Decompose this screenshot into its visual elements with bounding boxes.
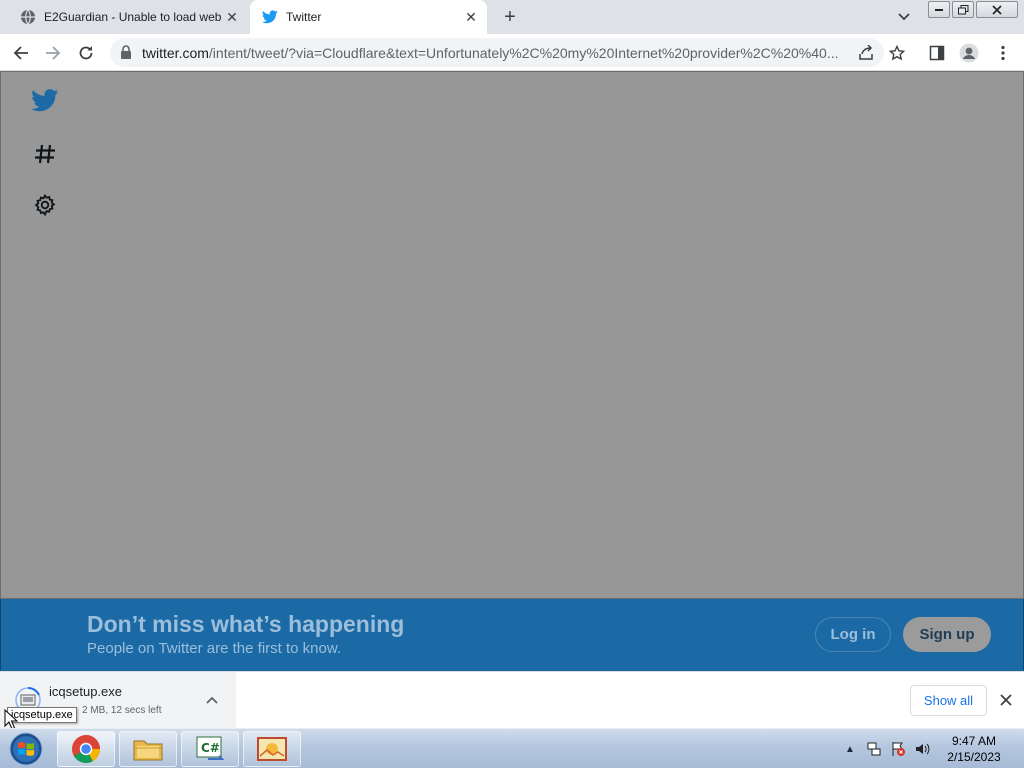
taskbar-clock[interactable]: 9:47 AM 2/15/2023 — [944, 733, 1004, 765]
share-icon[interactable] — [856, 43, 876, 63]
show-hidden-icons-arrow-icon[interactable]: ▲ — [840, 739, 860, 759]
clock-date: 2/15/2023 — [947, 750, 1001, 764]
show-all-button[interactable]: Show all — [910, 685, 987, 716]
download-shelf: icqsetup.exe 2 MB, 12 secs left icqsetup… — [0, 671, 1024, 728]
window-minimize-button[interactable] — [928, 1, 950, 18]
clock-time: 9:47 AM — [951, 734, 997, 748]
chrome-icon[interactable] — [57, 731, 115, 767]
banner-subtext: People on Twitter are the first to know. — [87, 640, 342, 657]
window-restore-button[interactable] — [952, 1, 974, 18]
windows-start-orb[interactable] — [5, 731, 47, 767]
csharp-app-icon[interactable]: C# — [181, 731, 239, 767]
tab-e2guardian[interactable]: E2Guardian - Unable to load web ✕ — [8, 0, 248, 34]
action-center-flag-icon[interactable] — [888, 739, 908, 759]
download-file-name: icqsetup.exe — [49, 684, 122, 699]
close-icon[interactable] — [996, 690, 1016, 710]
browser-toolbar: twitter.com/intent/tweet/?via=Cloudflare… — [0, 34, 1024, 71]
network-icon[interactable] — [864, 739, 884, 759]
address-bar-url[interactable]: twitter.com/intent/tweet/?via=Cloudflare… — [142, 45, 842, 61]
banner-headline: Don’t miss what’s happening — [87, 611, 405, 637]
web-page: Don’t miss what’s happening People on Tw… — [0, 71, 1024, 671]
signup-button[interactable]: Sign up — [903, 617, 991, 652]
tab-search-chevron-icon[interactable] — [894, 7, 914, 27]
image-viewer-icon[interactable] — [243, 731, 301, 767]
profile-avatar-icon[interactable] — [956, 40, 982, 66]
browser-menu-icon[interactable] — [990, 40, 1016, 66]
side-panel-icon[interactable] — [924, 40, 950, 66]
tab-strip: E2Guardian - Unable to load web ✕ Twitte… — [0, 0, 1024, 34]
volume-icon[interactable] — [912, 739, 932, 759]
download-item[interactable]: icqsetup.exe 2 MB, 12 secs left icqsetup… — [0, 672, 236, 728]
back-arrow-icon[interactable] — [8, 40, 34, 66]
window-close-button[interactable] — [976, 1, 1018, 18]
forward-arrow-icon[interactable] — [40, 40, 66, 66]
twitter-bird-icon — [262, 9, 278, 25]
tab-title: E2Guardian - Unable to load web — [44, 10, 222, 24]
settings-gear-icon[interactable] — [29, 189, 61, 221]
globe-icon — [20, 9, 36, 25]
modal-overlay[interactable] — [0, 71, 1024, 599]
login-signup-banner: Don’t miss what’s happening People on Tw… — [0, 599, 1024, 671]
tab-close-icon[interactable]: ✕ — [222, 7, 242, 27]
tab-title: Twitter — [286, 10, 322, 24]
chevron-up-icon[interactable] — [202, 690, 222, 710]
screen: E2Guardian - Unable to load web ✕ Twitte… — [0, 0, 1024, 768]
tab-twitter[interactable]: Twitter ✕ — [250, 0, 487, 34]
download-status: 2 MB, 12 secs left — [82, 705, 162, 716]
hashtag-icon[interactable] — [29, 138, 61, 170]
windows-taskbar: C# ▲ 9:47 AM 2/15/2023 — [0, 728, 1024, 768]
address-bar[interactable]: twitter.com/intent/tweet/?via=Cloudflare… — [110, 38, 884, 67]
svg-text:C#: C# — [201, 741, 220, 755]
twitter-bird-icon[interactable] — [29, 84, 61, 116]
tab-close-icon[interactable]: ✕ — [461, 7, 481, 27]
reload-icon[interactable] — [73, 40, 99, 66]
bookmark-star-icon[interactable] — [884, 40, 910, 66]
file-explorer-icon[interactable] — [119, 731, 177, 767]
system-tray: ▲ — [840, 729, 936, 768]
new-tab-plus-icon[interactable]: + — [498, 5, 522, 29]
login-button[interactable]: Log in — [815, 617, 891, 652]
lock-icon[interactable] — [120, 45, 134, 59]
